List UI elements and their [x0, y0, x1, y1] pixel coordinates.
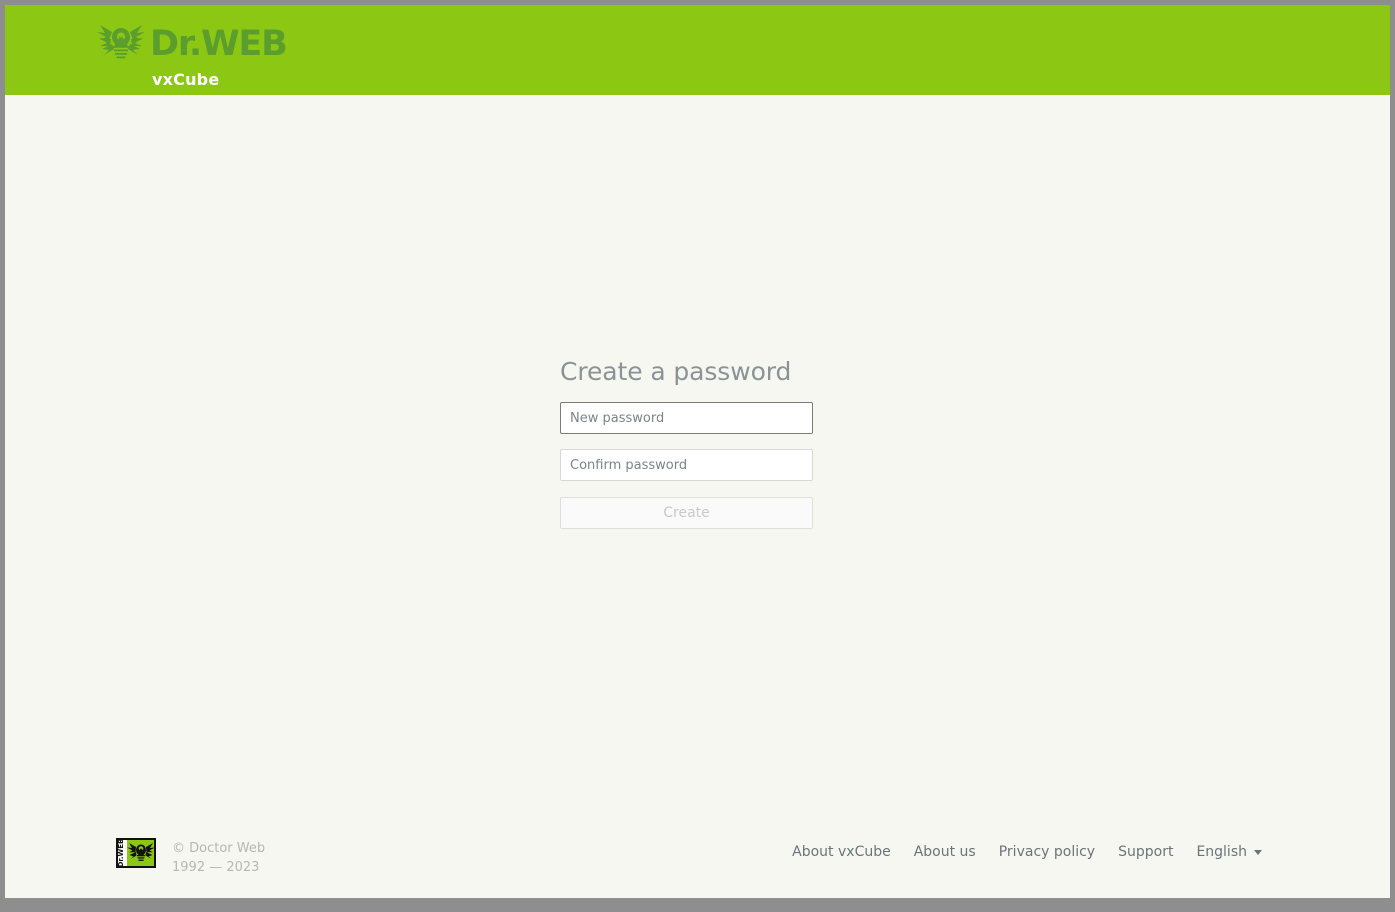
language-label: English — [1196, 844, 1247, 860]
footer-brand-block: Dr.WEB © Doctor Web 1992 — 2023 — [116, 838, 265, 877]
chevron-down-icon — [1254, 849, 1262, 855]
footer-link-support[interactable]: Support — [1118, 844, 1173, 860]
footer-links: About vxCube About us Privacy policy Sup… — [792, 844, 1262, 860]
copyright-line-2: 1992 — 2023 — [172, 860, 260, 875]
brand-logo[interactable]: Dr.WEB vxCube — [96, 22, 288, 89]
create-button[interactable]: Create — [560, 497, 813, 529]
footer-link-about-vxcube[interactable]: About vxCube — [792, 844, 891, 860]
brand-row: Dr.WEB — [96, 22, 288, 66]
copyright-block: © Doctor Web 1992 — 2023 — [172, 838, 265, 877]
svg-text:Dr.WEB: Dr.WEB — [117, 839, 125, 868]
footer-link-privacy-policy[interactable]: Privacy policy — [999, 844, 1095, 860]
page-title: Create a password — [560, 357, 792, 386]
new-password-input[interactable] — [560, 402, 813, 434]
copyright-line-1: © Doctor Web — [172, 841, 266, 856]
main-content: Create a password Create — [5, 95, 1390, 845]
site-header: Dr.WEB vxCube — [5, 5, 1390, 95]
create-password-form: Create a password Create — [560, 357, 820, 529]
dr-web-badge-icon: Dr.WEB — [116, 838, 156, 868]
brand-wordmark: Dr.WEB — [150, 24, 288, 64]
browser-window: Dr.WEB vxCube Create a password Create D… — [5, 5, 1390, 898]
site-footer: Dr.WEB © Doctor Web 1992 — 2023 About vx… — [5, 826, 1390, 898]
dr-web-spider-icon — [97, 25, 145, 59]
product-name: vxCube — [152, 70, 220, 89]
confirm-password-input[interactable] — [560, 449, 813, 481]
footer-link-about-us[interactable]: About us — [914, 844, 976, 860]
language-selector[interactable]: English — [1196, 844, 1262, 860]
